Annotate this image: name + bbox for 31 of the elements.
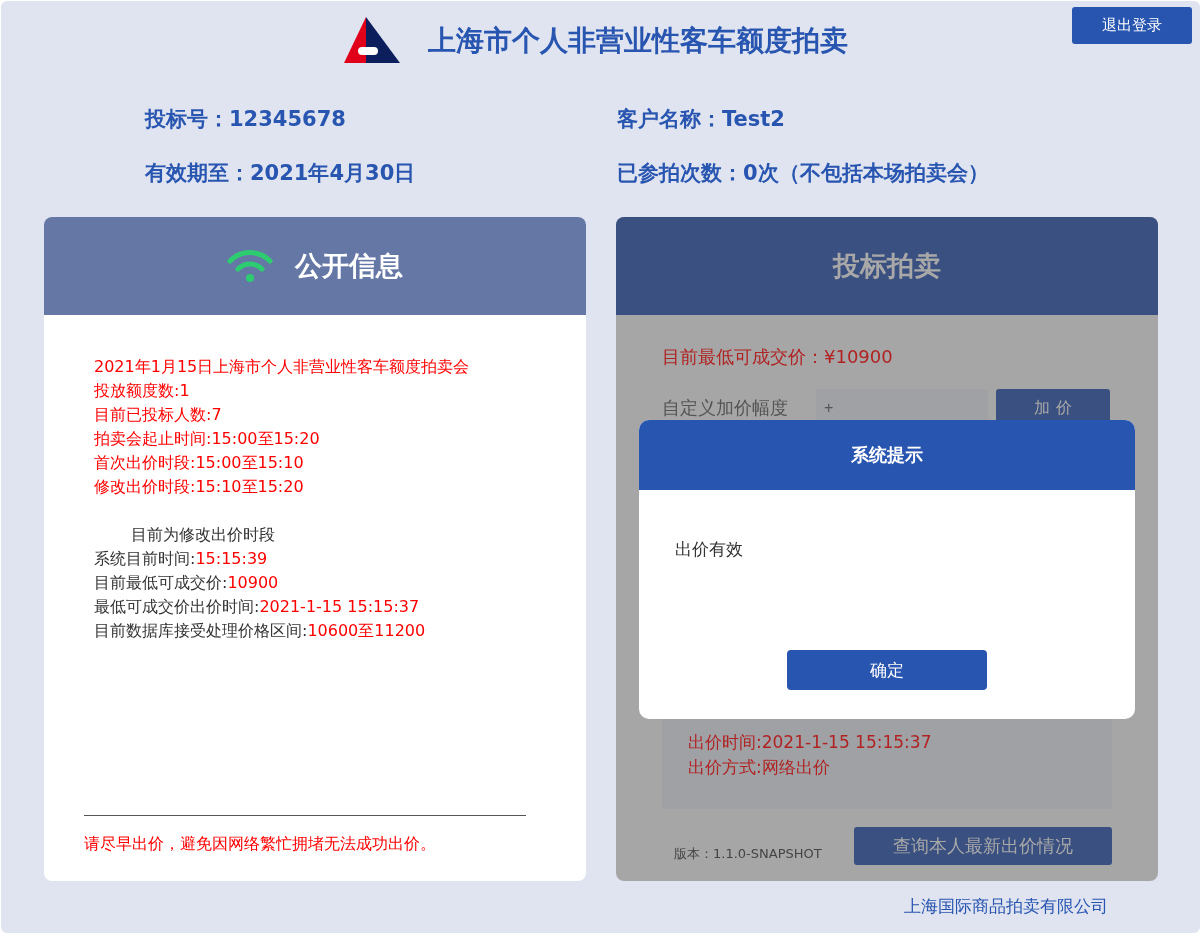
info-line: 修改出价时段:15:10至15:20 — [94, 476, 305, 498]
info-text: 已参拍次数：0次（不包括本场拍卖会） — [617, 160, 990, 187]
dialog-title: 系统提示 — [851, 443, 923, 467]
panel-title: 公开信息 — [295, 249, 403, 283]
bid-line: 出价时间:2021-1-15 15:15:37 — [688, 731, 933, 754]
info-text: 投标号：12345678 — [145, 106, 347, 133]
info-line: 最低可成交价出价时间:2021-1-15 15:15:37 — [94, 596, 421, 618]
increment-label: 自定义加价幅度 — [662, 396, 789, 420]
info-line: 首次出价时段:15:00至15:10 — [94, 452, 305, 474]
logo-icon — [343, 17, 400, 65]
info-text: 有效期至：2021年4月30日 — [145, 160, 417, 187]
ok-button[interactable]: 确定 — [787, 650, 987, 690]
info-line: 系统目前时间:15:15:39 — [94, 548, 269, 570]
page-title: 上海市个人非营业性客车额度拍卖 — [427, 23, 848, 59]
info-line: 目前已投标人数:7 — [94, 404, 223, 426]
company-name: 上海国际商品拍卖有限公司 — [904, 895, 1108, 918]
info-line: 目前数据库接受处理价格区间:10600至11200 — [94, 620, 427, 642]
wifi-icon — [227, 249, 273, 283]
status-line: 目前为修改出价时段 — [130, 524, 276, 546]
info-text: 客户名称：Test2 — [617, 106, 786, 133]
info-line: 目前最低可成交价:10900 — [94, 572, 280, 594]
warning-text: 请尽早出价，避免因网络繁忙拥堵无法成功出价。 — [83, 833, 437, 855]
dialog-message: 出价有效 — [674, 538, 744, 561]
version-text: 版本：1.1.0-SNAPSHOT — [674, 845, 822, 863]
lowest-price-text: 目前最低可成交价：¥10900 — [662, 345, 894, 369]
info-line: 2021年1月15日上海市个人非营业性客车额度拍卖会 — [94, 356, 471, 378]
panel-title: 投标拍卖 — [833, 249, 941, 283]
logout-button[interactable]: 退出登录 — [1072, 7, 1192, 44]
info-line: 拍卖会起止时间:15:00至15:20 — [94, 428, 321, 450]
bid-line: 出价方式:网络出价 — [688, 755, 831, 779]
info-line: 投放额度数:1 — [94, 380, 191, 402]
